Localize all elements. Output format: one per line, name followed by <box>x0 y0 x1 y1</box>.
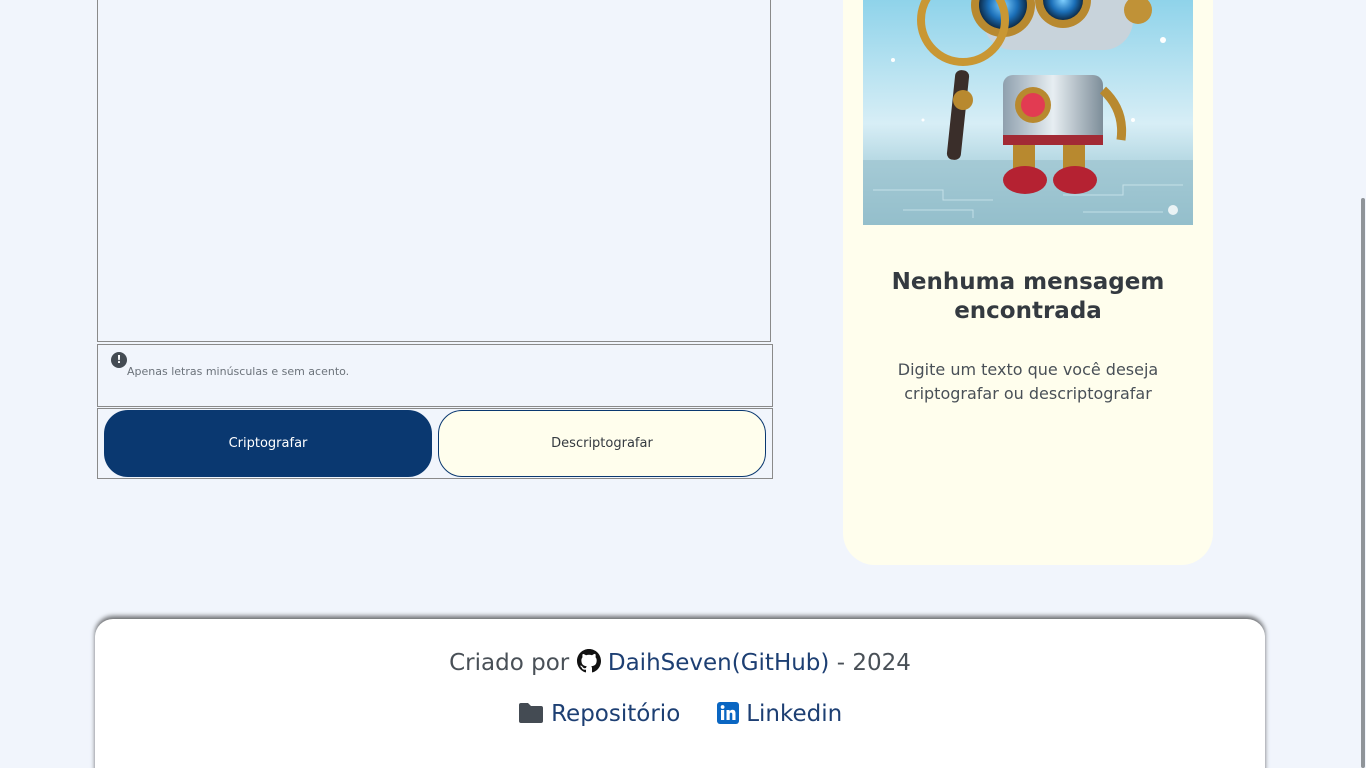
created-by-text: Criado por <box>449 650 570 676</box>
output-card: Nenhuma mensagem encontrada Digite um te… <box>843 0 1213 565</box>
repository-link[interactable]: Repositório <box>518 701 688 727</box>
github-icon <box>576 649 601 673</box>
year-text: - 2024 <box>836 650 911 676</box>
hint-box: ! Apenas letras minúsculas e sem acento. <box>97 344 773 407</box>
linkedin-label: Linkedin <box>746 701 843 727</box>
footer-links: Repositório Linkedin <box>95 701 1265 727</box>
scrollbar[interactable] <box>1360 0 1366 768</box>
folder-icon <box>518 703 543 723</box>
github-link[interactable]: DaihSeven(GitHub) <box>576 649 837 676</box>
page: ! Apenas letras minúsculas e sem acento.… <box>0 0 1366 768</box>
output-title: Nenhuma mensagem encontrada <box>891 269 1165 324</box>
scrollbar-thumb[interactable] <box>1361 198 1365 768</box>
repository-label: Repositório <box>551 701 681 727</box>
output-subtitle: Digite um texto que você deseja criptogr… <box>897 360 1159 403</box>
linkedin-link[interactable]: Linkedin <box>716 701 843 727</box>
robot-illustration <box>863 0 1193 225</box>
decrypt-button[interactable]: Descriptografar <box>438 410 766 477</box>
github-user-label: DaihSeven(GitHub) <box>607 650 830 676</box>
footer-credit: Criado por DaihSeven(GitHub) - 2024 <box>95 649 1265 676</box>
footer: Criado por DaihSeven(GitHub) - 2024 Repo… <box>95 619 1265 768</box>
linkedin-icon <box>716 702 739 724</box>
message-textarea[interactable] <box>97 0 771 342</box>
exclamation-circle-icon: ! <box>111 352 127 368</box>
encrypt-button[interactable]: Criptografar <box>104 410 432 477</box>
robot-with-magnifying-glass-image <box>863 0 1193 225</box>
hint-text: Apenas letras minúsculas e sem acento. <box>127 365 350 378</box>
button-row: Criptografar Descriptografar <box>97 408 773 479</box>
